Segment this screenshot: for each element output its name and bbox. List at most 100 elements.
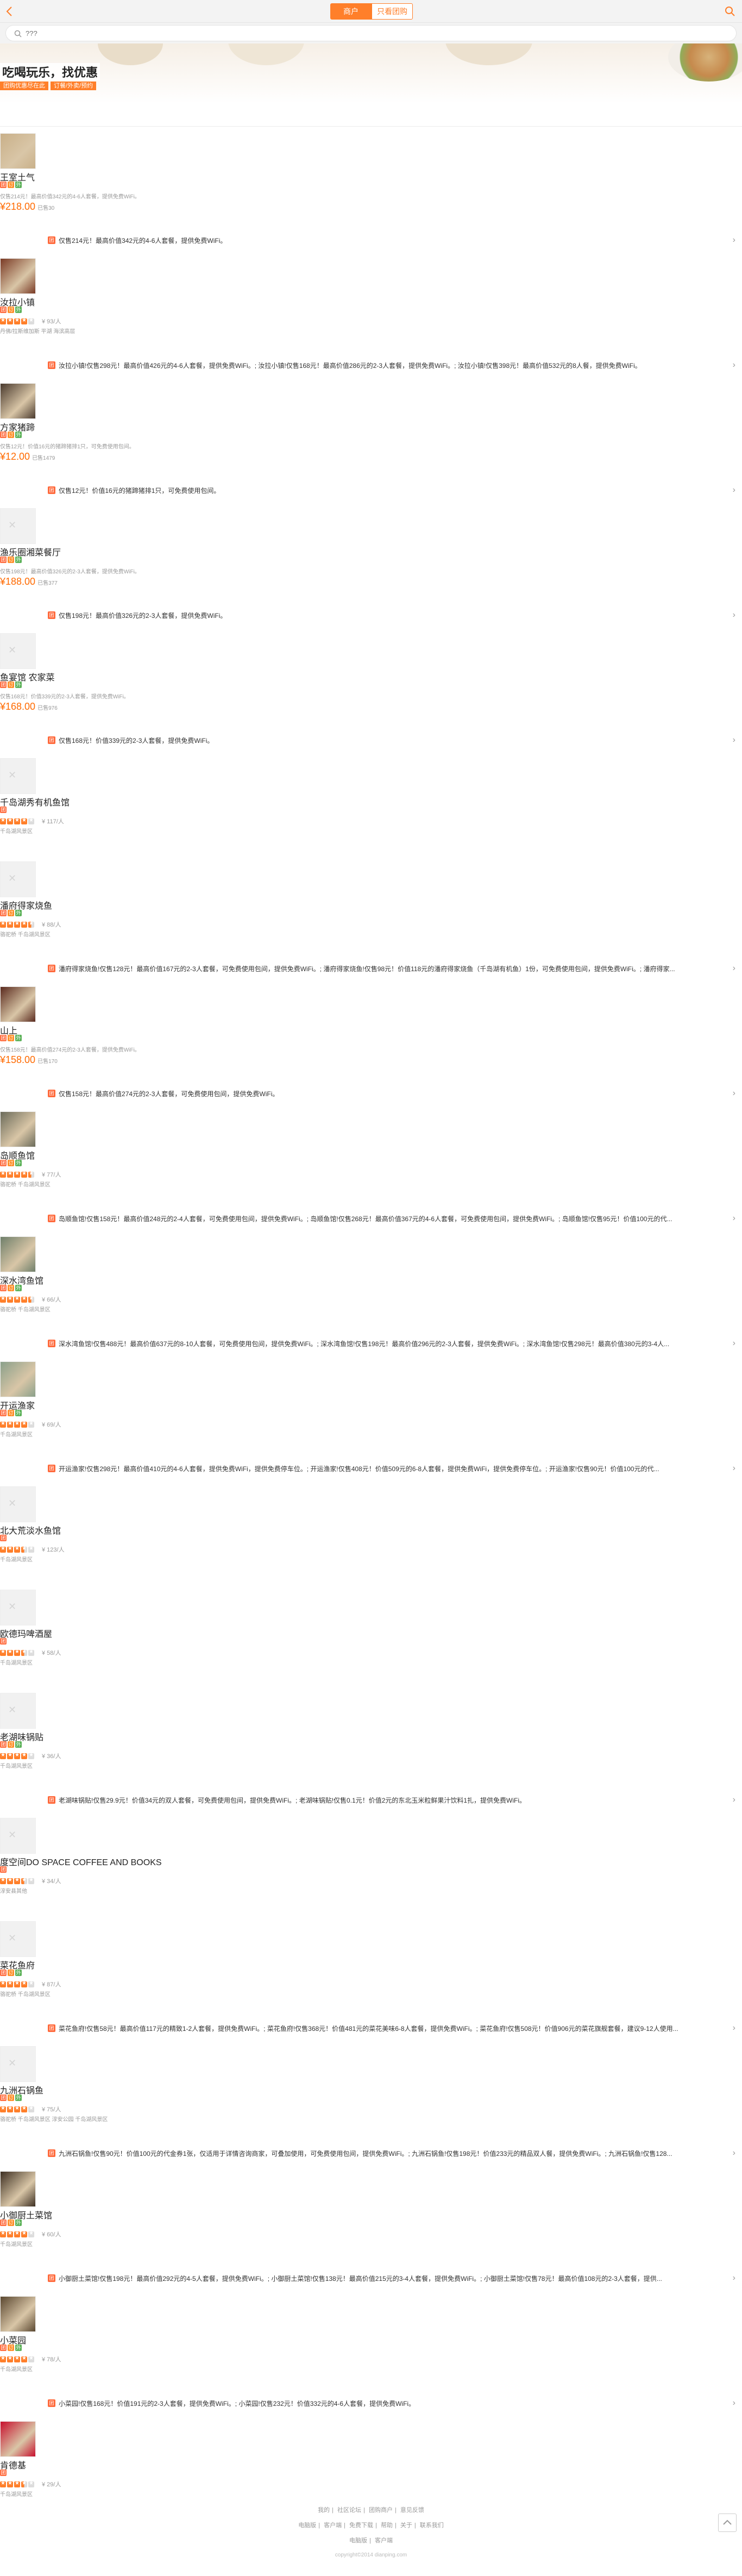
star-icon [7, 1752, 13, 1759]
deal-row[interactable]: 团仅售12元！价值16元的猪蹄猪排1只，可免费使用包间。 › [0, 484, 742, 496]
shop-thumbnail[interactable] [0, 2171, 36, 2207]
footer-link[interactable]: 团购商户 [369, 2507, 393, 2514]
rating-stars: ¥ 69/人 [0, 1420, 61, 1429]
back-icon[interactable] [3, 5, 16, 18]
groupbuy-icon: 团 [48, 736, 55, 744]
service-badge-icon: 团 [0, 1969, 7, 1976]
footer-link[interactable]: 我的 [318, 2507, 330, 2514]
avg-price: ¥ 77/人 [42, 1172, 61, 1178]
shop-thumbnail[interactable]: ✕ [0, 1921, 36, 1957]
deal-row[interactable]: 团老湖味锅贴!仅售29.9元！价值34元的双人套餐，可免费使用包间，提供免费Wi… [0, 1794, 742, 1806]
deal-row[interactable]: 团九洲石锅鱼!仅售90元！价值100元的代金券1张，仅适用于详情咨询商家，可叠加… [0, 2147, 742, 2159]
avg-price: ¥ 36/人 [42, 1753, 61, 1760]
shop-thumbnail[interactable]: ✕ [0, 2046, 36, 2082]
shop-thumbnail[interactable]: ✕ [0, 758, 36, 794]
search-input[interactable] [26, 28, 726, 39]
footer-link[interactable]: 电脑版 [298, 2522, 316, 2529]
star-icon [0, 1171, 6, 1178]
deal-text: 菜花鱼府!仅售58元！最高价值117元的精致1-2人套餐，提供免费WiFi。; … [59, 2025, 678, 2033]
star-icon [14, 921, 20, 928]
footer-link[interactable]: 联系我们 [420, 2522, 444, 2529]
star-icon [14, 2105, 20, 2112]
shop-thumbnail[interactable] [0, 258, 36, 294]
footer-link[interactable]: 关于 [400, 2522, 412, 2529]
service-badge-icon: 外 [15, 557, 22, 563]
deal-row[interactable]: 团小御厨土菜馆!仅售198元！最高价值292元的4-5人套餐，提供免费WiFi。… [0, 2272, 742, 2284]
groupbuy-icon: 团 [48, 236, 55, 244]
avg-price: ¥ 75/人 [42, 2106, 61, 2113]
footer-link[interactable]: 免费下载 [349, 2522, 373, 2529]
service-badge-icon: 团 [0, 1866, 7, 1873]
deal-row[interactable]: 团岛顺鱼馆!仅售158元！最高价值248元的2-4人套餐，可免费使用包间，提供免… [0, 1212, 742, 1224]
placeholder-logo-icon: ✕ [8, 1933, 17, 1943]
shop-thumbnail[interactable] [0, 1111, 36, 1147]
deal-row[interactable]: 团仅售168元！价值339元的2-3人套餐，提供免费WiFi。 › [0, 734, 742, 746]
shop-thumbnail[interactable]: ✕ [0, 1693, 36, 1729]
shop-thumbnail[interactable] [0, 1236, 36, 1272]
deal-row[interactable]: 团潘府得家烧鱼!仅售128元！最高价值167元的2-3人套餐，可免费使用包间，提… [0, 962, 742, 974]
shop-area: 骆驼桥 千岛湖风景区 淳安公园 千岛湖风景区 [0, 2117, 108, 2123]
service-badges: 团订外 [0, 307, 22, 313]
shop-area: 千岛湖风景区 [0, 2367, 33, 2373]
avg-price: ¥ 69/人 [42, 1422, 61, 1428]
service-badges: 团订外 [0, 1160, 22, 1166]
star-icon [21, 2480, 27, 2487]
avg-price: ¥ 58/人 [42, 1650, 61, 1656]
deal-row[interactable]: 团菜花鱼府!仅售58元！最高价值117元的精致1-2人套餐，提供免费WiFi。;… [0, 2022, 742, 2034]
footer-links-primary: 我的 | 社区论坛 | 团购商户 | 意见反馈 [318, 2507, 424, 2514]
shop-thumbnail[interactable]: ✕ [0, 1590, 36, 1625]
shop-name[interactable]: 欧德玛啤酒屋 [0, 1627, 52, 1640]
footer-link[interactable]: 社区论坛 [337, 2507, 361, 2514]
shop-name[interactable]: 度空间DO SPACE COFFEE AND BOOKS [0, 1855, 162, 1868]
footer-link[interactable]: 电脑版 [349, 2537, 367, 2544]
shop-thumbnail[interactable] [0, 133, 36, 169]
shop-thumbnail[interactable] [0, 2421, 36, 2457]
deal-row[interactable]: 团仅售158元！最高价值274元的2-3人套餐，可免费使用包间，提供免费WiFi… [0, 1087, 742, 1099]
star-icon [28, 2355, 34, 2362]
deal-row[interactable]: 团汝拉小镇!仅售298元！最高价值426元的4-6人套餐，提供免费WiFi。; … [0, 359, 742, 371]
deal-row[interactable]: 团仅售198元！最高价值326元的2-3人套餐，提供免费WiFi。 › [0, 609, 742, 621]
deal-row[interactable]: 团深水湾鱼馆!仅售488元！最高价值637元的8-10人套餐，可免费使用包间，提… [0, 1337, 742, 1349]
service-badge-icon: 外 [15, 681, 22, 688]
groupbuy-icon: 团 [48, 361, 55, 369]
deal-row[interactable]: 团仅售214元！最高价值342元的4-6人套餐，提供免费WiFi。 › [0, 234, 742, 246]
placeholder-logo-icon: ✕ [8, 1704, 17, 1715]
shop-thumbnail[interactable]: ✕ [0, 508, 36, 544]
search-icon[interactable] [724, 5, 737, 18]
star-icon [21, 921, 27, 928]
shop-thumbnail[interactable]: ✕ [0, 1818, 36, 1854]
shop-thumbnail[interactable] [0, 1361, 36, 1397]
placeholder-logo-icon: ✕ [8, 520, 17, 530]
service-badge-icon: 外 [15, 307, 22, 313]
shop-name[interactable]: 千岛湖秀有机鱼馆 [0, 795, 70, 808]
promo-banner[interactable]: 吃喝玩乐，找优惠 团购优惠尽在此 订餐/外卖/预约 [0, 43, 742, 103]
footer-link[interactable]: 帮助 [381, 2522, 393, 2529]
footer-link[interactable]: 客户端 [324, 2522, 342, 2529]
shop-thumbnail[interactable]: ✕ [0, 861, 36, 897]
star-icon [14, 317, 20, 324]
tab-groupbuy-only[interactable]: 只看团购 [372, 3, 413, 20]
deal-row[interactable]: 团小菜园!仅售168元！价值191元的2-3人套餐，提供免费WiFi。; 小菜园… [0, 2397, 742, 2409]
tab-shops[interactable]: 商户 [330, 3, 372, 20]
service-badge-icon: 订 [8, 2094, 14, 2101]
shop-thumbnail[interactable] [0, 986, 36, 1022]
shop-thumbnail[interactable] [0, 383, 36, 419]
shop-thumbnail[interactable]: ✕ [0, 1486, 36, 1522]
rating-stars: ¥ 88/人 [0, 920, 61, 929]
footer-link[interactable]: 意见反馈 [400, 2507, 424, 2514]
search-box[interactable] [5, 25, 737, 41]
shop-thumbnail[interactable]: ✕ [0, 633, 36, 669]
back-to-top-button[interactable] [718, 2514, 737, 2532]
footer-link[interactable]: 客户端 [375, 2537, 393, 2544]
service-badge-icon: 订 [8, 1285, 14, 1291]
groupbuy-icon: 团 [48, 611, 55, 619]
chevron-right-icon: › [732, 1795, 735, 1804]
star-icon [28, 1877, 34, 1884]
deal-summary: 仅售168元！价值339元的2-3人套餐，提供免费WiFi。 [0, 694, 129, 700]
rating-stars: ¥ 66/人 [0, 1295, 61, 1304]
shop-thumbnail[interactable] [0, 2296, 36, 2332]
chevron-right-icon: › [732, 610, 735, 620]
service-badge-icon: 外 [15, 2344, 22, 2351]
shop-name[interactable]: 北大荒淡水鱼馆 [0, 1523, 61, 1536]
deal-row[interactable]: 团开运渔家!仅售298元！最高价值410元的4-6人套餐，提供免费WiFi，提供… [0, 1462, 742, 1474]
